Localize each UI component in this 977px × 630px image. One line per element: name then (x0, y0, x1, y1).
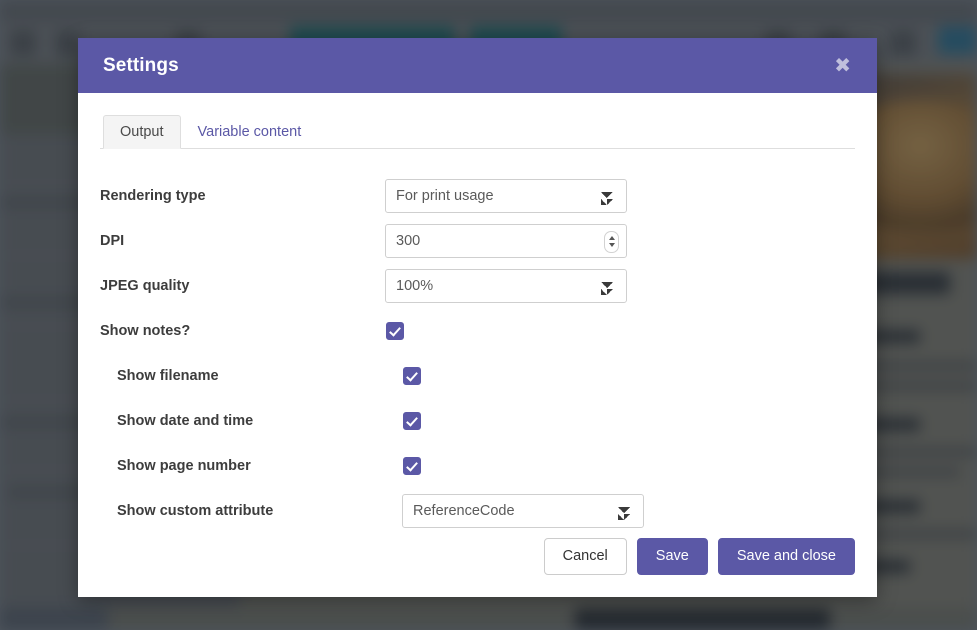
label-show-filename: Show filename (117, 367, 219, 384)
checkbox-show-notes[interactable] (386, 321, 404, 340)
form-row-show-page-number: Show page number (100, 443, 855, 488)
checkbox-show-filename[interactable] (403, 366, 421, 385)
tab-output[interactable]: Output (103, 115, 181, 149)
label-show-notes: Show notes? (100, 322, 191, 339)
tab-variable-content[interactable]: Variable content (181, 115, 319, 149)
dialog-body: Output Variable content Rendering type F… (78, 93, 877, 538)
input-dpi[interactable] (385, 223, 627, 258)
checkbox-show-date-and-time[interactable] (403, 411, 421, 430)
dialog-title: Settings (103, 54, 179, 76)
control-show-custom-attribute: ReferenceCode None ArticleNumber (402, 493, 644, 528)
form-row-show-notes: Show notes? (100, 308, 855, 353)
checkbox-show-page-number[interactable] (403, 456, 421, 475)
control-show-date-and-time (402, 411, 644, 430)
form-row-show-date-and-time: Show date and time (100, 398, 855, 443)
form-row-show-custom-attribute: Show custom attribute ReferenceCode None… (100, 488, 855, 533)
form-row-jpeg-quality: JPEG quality 100% 90% 80% 70% 60% 50% (100, 263, 855, 308)
dialog-header: Settings ✖ (78, 38, 877, 93)
cancel-button[interactable]: Cancel (543, 538, 627, 575)
control-show-notes (385, 321, 627, 340)
settings-form: Rendering type For print usage For web u… (100, 149, 855, 533)
save-and-close-button[interactable]: Save and close (717, 538, 855, 575)
form-row-show-filename: Show filename (100, 353, 855, 398)
label-show-custom-attribute: Show custom attribute (117, 502, 274, 519)
label-jpeg-quality: JPEG quality (100, 277, 190, 294)
select-jpeg-quality[interactable]: 100% 90% 80% 70% 60% 50% (385, 268, 627, 303)
select-rendering-type[interactable]: For print usage For web usage For screen… (385, 178, 627, 213)
chevron-down-icon[interactable] (608, 243, 615, 247)
label-dpi: DPI (100, 232, 125, 249)
control-jpeg-quality: 100% 90% 80% 70% 60% 50% (385, 268, 627, 303)
label-rendering-type: Rendering type (100, 187, 206, 204)
label-show-date-and-time: Show date and time (117, 412, 254, 429)
control-dpi (385, 223, 627, 258)
control-show-filename (402, 366, 644, 385)
spinner-dpi[interactable] (604, 230, 619, 253)
tab-bar: Output Variable content (100, 115, 855, 149)
save-button[interactable]: Save (636, 538, 708, 575)
select-show-custom-attribute[interactable]: ReferenceCode None ArticleNumber (402, 493, 644, 528)
close-icon[interactable]: ✖ (830, 54, 855, 78)
label-show-page-number: Show page number (117, 457, 251, 474)
form-row-rendering-type: Rendering type For print usage For web u… (100, 173, 855, 218)
chevron-up-icon[interactable] (608, 236, 615, 240)
control-rendering-type: For print usage For web usage For screen… (385, 178, 627, 213)
settings-dialog: Settings ✖ Output Variable content Rende… (78, 38, 877, 597)
dialog-footer: Cancel Save Save and close (78, 538, 877, 597)
form-row-dpi: DPI (100, 218, 855, 263)
control-show-page-number (402, 456, 644, 475)
